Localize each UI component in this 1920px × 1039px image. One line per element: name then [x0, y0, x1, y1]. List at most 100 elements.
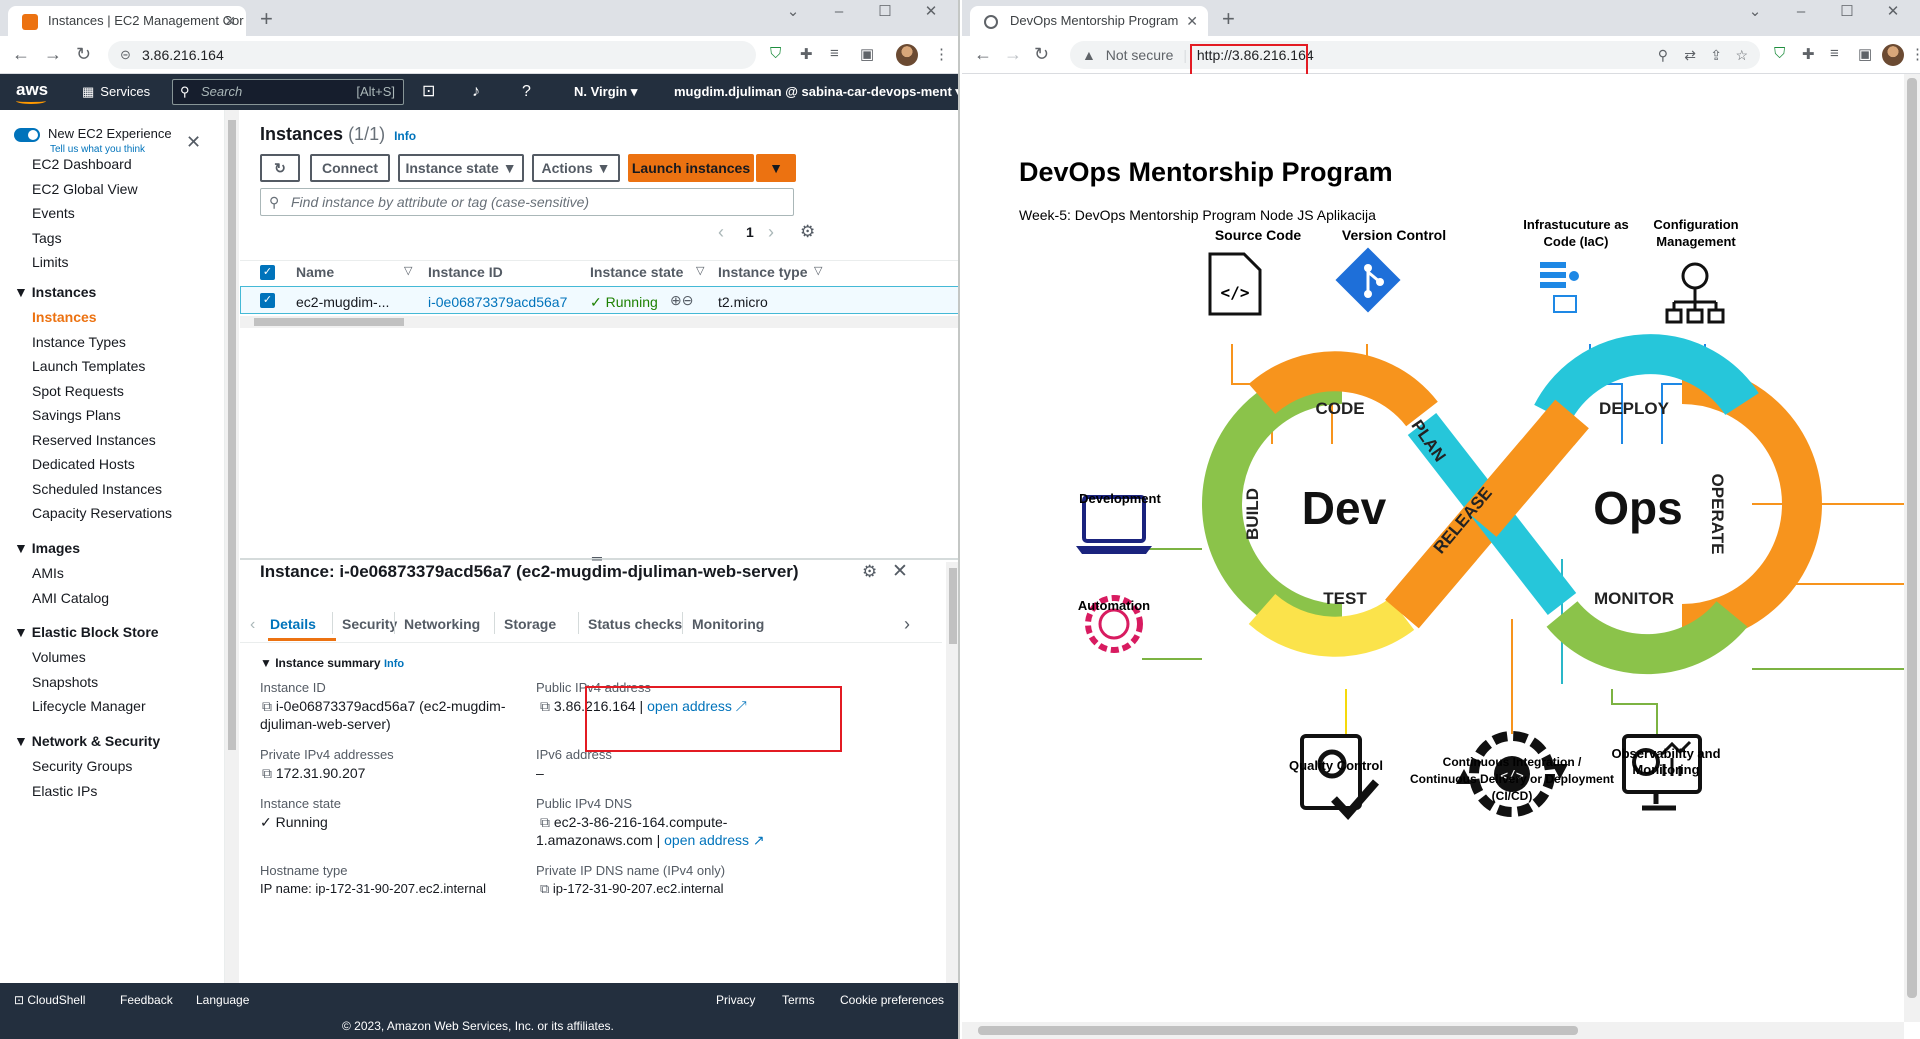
summary-info-link[interactable]: Info	[384, 658, 404, 670]
sidebar-item[interactable]: Launch Templates	[32, 358, 145, 374]
feedback-link[interactable]: Feedback	[120, 993, 173, 1007]
refresh-button[interactable]: ↻	[260, 154, 300, 182]
close-details-icon[interactable]: ✕	[892, 560, 908, 583]
maximize-icon[interactable]: ☐	[1824, 2, 1870, 20]
prev-page-icon[interactable]: ‹	[718, 222, 724, 243]
tabs-next-icon[interactable]: ›	[904, 614, 910, 635]
sort-icon[interactable]: ▽	[696, 264, 704, 277]
share-icon[interactable]: ⇪	[1710, 41, 1722, 69]
sidebar-item[interactable]: Savings Plans	[32, 407, 121, 423]
maximize-icon[interactable]: ☐	[862, 2, 908, 20]
reload-icon[interactable]: ↻	[1034, 44, 1049, 65]
copy-icon[interactable]: ⧉	[540, 814, 550, 830]
sidebar-item[interactable]: Tags	[32, 230, 62, 246]
privacy-link[interactable]: Privacy	[716, 993, 755, 1007]
sidebar-section[interactable]: ▼ Images	[14, 540, 80, 556]
details-scrollbar[interactable]	[946, 562, 958, 983]
new-tab-button[interactable]: +	[1222, 6, 1235, 32]
help-icon[interactable]: ?	[522, 74, 531, 110]
sidebar-item[interactable]: Snapshots	[32, 674, 98, 690]
reload-icon[interactable]: ↻	[76, 44, 91, 65]
sidebar-scrollbar[interactable]	[225, 110, 239, 983]
browser-tab-ec2[interactable]: Instances | EC2 Management Cor ✕	[8, 6, 246, 36]
instance-filter-input[interactable]: ⚲ Find instance by attribute or tag (cas…	[260, 188, 794, 216]
media-icon[interactable]: ≡	[1830, 45, 1839, 62]
copy-icon[interactable]: ⧉	[262, 765, 272, 781]
bookmark-star-icon[interactable]: ☆	[1735, 41, 1748, 69]
side-panel-icon[interactable]: ▣	[860, 45, 874, 63]
sidebar-item[interactable]: EC2 Dashboard	[32, 156, 132, 172]
profile-avatar[interactable]	[896, 44, 918, 66]
translate-icon[interactable]: ⇄	[1684, 41, 1696, 69]
new-tab-button[interactable]: +	[260, 6, 273, 32]
side-panel-icon[interactable]: ▣	[1858, 45, 1872, 63]
region-selector[interactable]: N. Virgin ▾	[574, 74, 637, 110]
sidebar-section[interactable]: ▼ Instances	[14, 284, 96, 300]
url-field[interactable]: ⊝ 3.86.216.164	[108, 41, 756, 69]
cookie-preferences-link[interactable]: Cookie preferences	[840, 993, 944, 1007]
puzzle-extension-icon[interactable]: ✚	[800, 45, 813, 63]
external-link-icon[interactable]: ↗	[753, 832, 765, 848]
sort-icon[interactable]: ▽	[404, 264, 412, 277]
sidebar-item[interactable]: AMIs	[32, 565, 64, 581]
minimize-icon[interactable]: –	[1778, 3, 1824, 20]
tab-storage[interactable]: Storage	[504, 616, 556, 632]
sidebar-item[interactable]: Instances	[32, 309, 97, 325]
site-info-icon[interactable]: ⊝	[120, 41, 131, 69]
sidebar-item[interactable]: Instance Types	[32, 334, 126, 350]
tab-details[interactable]: Details	[270, 616, 316, 632]
dns-open-address-link[interactable]: open address	[664, 832, 749, 848]
page-vscrollbar[interactable]	[1904, 74, 1920, 1022]
connect-button[interactable]: Connect	[310, 154, 390, 182]
bell-icon[interactable]: ♪	[472, 74, 480, 110]
table-hscrollbar[interactable]	[240, 316, 958, 328]
cloudshell-link[interactable]: ⊡ CloudShell	[14, 993, 85, 1007]
close-window-icon[interactable]: ✕	[1870, 2, 1916, 20]
tab-monitoring[interactable]: Monitoring	[692, 616, 764, 632]
sidebar-item[interactable]: Reserved Instances	[32, 432, 156, 448]
chevron-down-icon[interactable]: ⌄	[1732, 2, 1778, 20]
aws-search-input[interactable]: ⚲ Search [Alt+S]	[172, 79, 404, 105]
account-menu[interactable]: mugdim.djuliman @ sabina-car-devops-ment…	[674, 74, 958, 110]
sidebar-item[interactable]: Volumes	[32, 649, 86, 665]
sidebar-item[interactable]: Dedicated Hosts	[32, 456, 135, 472]
sidebar-item[interactable]: EC2 Global View	[32, 181, 138, 197]
copy-icon[interactable]: ⧉	[262, 698, 272, 714]
feedback-link[interactable]: Tell us what you think	[50, 144, 145, 155]
sidebar-item[interactable]: Limits	[32, 254, 69, 270]
cell-instance-id[interactable]: i-0e06873379acd56a7	[428, 294, 567, 310]
browser-tab-devops[interactable]: DevOps Mentorship Program ✕	[970, 6, 1208, 36]
sidebar-scroll-thumb[interactable]	[228, 120, 236, 750]
instance-state-button[interactable]: Instance state ▼	[398, 154, 524, 182]
forward-icon[interactable]: →	[44, 44, 62, 65]
sidebar-section[interactable]: ▼ Elastic Block Store	[14, 624, 159, 640]
close-sidebar-icon[interactable]: ✕	[186, 132, 201, 153]
page-number[interactable]: 1	[746, 224, 754, 240]
shield-extension-icon[interactable]: ⛉	[770, 45, 781, 62]
services-menu[interactable]: ▦ Services	[82, 74, 150, 110]
sidebar-item[interactable]: Lifecycle Manager	[32, 698, 146, 714]
copy-icon[interactable]: ⧉	[540, 698, 550, 714]
forward-icon[interactable]: →	[1004, 44, 1022, 65]
shield-extension-icon[interactable]: ⛉	[1774, 45, 1785, 62]
page-vscroll-thumb[interactable]	[1907, 78, 1917, 998]
sidebar-item[interactable]: Capacity Reservations	[32, 505, 172, 521]
close-tab-icon[interactable]: ✕	[1186, 6, 1198, 36]
tab-security[interactable]: Security	[342, 616, 397, 632]
url-field[interactable]: ▲ Not secure | http://3.86.216.164 ⚲ ⇄ ⇪…	[1070, 41, 1760, 69]
zoom-icon[interactable]: ⊕⊖	[670, 292, 693, 309]
info-link[interactable]: Info	[394, 129, 416, 143]
page-hscroll-thumb[interactable]	[978, 1026, 1578, 1035]
back-icon[interactable]: ←	[12, 44, 30, 65]
tabs-prev-icon[interactable]: ‹	[250, 616, 255, 634]
close-window-icon[interactable]: ✕	[908, 2, 954, 20]
details-scroll-thumb[interactable]	[949, 568, 957, 644]
tab-status-checks[interactable]: Status checks	[588, 616, 682, 632]
language-link[interactable]: Language	[196, 993, 249, 1007]
summary-heading[interactable]: ▼ Instance summary Info	[260, 656, 404, 670]
col-name[interactable]: Name	[296, 264, 334, 280]
zoom-search-icon[interactable]: ⚲	[1658, 41, 1668, 69]
sidebar-item[interactable]: Spot Requests	[32, 383, 124, 399]
sidebar-item[interactable]: Scheduled Instances	[32, 481, 162, 497]
page-hscrollbar[interactable]	[962, 1022, 1904, 1039]
